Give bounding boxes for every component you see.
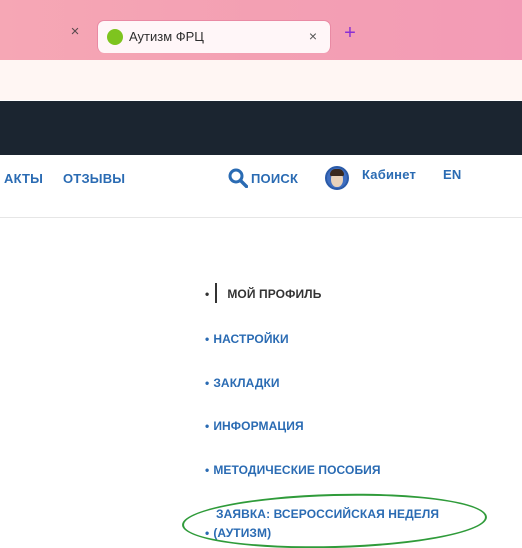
menu-bullet: • bbox=[205, 463, 210, 477]
menu-bullet: • bbox=[205, 287, 210, 302]
menu-item-settings[interactable]: • НАСТРОЙКИ bbox=[205, 332, 289, 346]
new-tab-button[interactable]: + bbox=[340, 23, 360, 43]
tab-close-icon[interactable]: × bbox=[305, 28, 321, 44]
tab-title: Аутизм ФРЦ bbox=[129, 29, 204, 44]
menu-item-methodical-guides[interactable]: • МЕТОДИЧЕСКИЕ ПОСОБИЯ bbox=[205, 463, 381, 477]
menu-item-bookmarks[interactable]: • ЗАКЛАДКИ bbox=[205, 376, 280, 390]
nav-cabinet-link[interactable]: Кабинет bbox=[362, 167, 416, 182]
menu-item-label: ЗАКЛАДКИ bbox=[213, 376, 280, 390]
nav-language-link[interactable]: EN bbox=[443, 167, 461, 182]
user-avatar-icon[interactable] bbox=[325, 166, 349, 190]
menu-item-label: ИНФОРМАЦИЯ bbox=[213, 419, 304, 433]
menu-bullet: • bbox=[205, 419, 210, 433]
site-navigation: АКТЫ ОТЗЫВЫ ПОИСК Кабинет EN bbox=[0, 156, 522, 218]
menu-item-my-profile[interactable]: • МОЙ ПРОФИЛЬ bbox=[205, 283, 322, 303]
current-indicator bbox=[215, 283, 218, 303]
nav-search-link[interactable]: ПОИСК bbox=[251, 171, 298, 186]
address-bar-area bbox=[0, 60, 522, 100]
site-header-band bbox=[0, 101, 522, 155]
menu-bullet: • bbox=[205, 376, 210, 390]
menu-item-label: МОЙ ПРОФИЛЬ bbox=[227, 287, 322, 302]
menu-item-information[interactable]: • ИНФОРМАЦИЯ bbox=[205, 419, 304, 433]
browser-tab-strip: × Аутизм ФРЦ × + bbox=[0, 0, 522, 60]
highlight-circle-annotation bbox=[181, 490, 488, 548]
avatar-hair bbox=[330, 169, 344, 176]
active-tab[interactable]: Аутизм ФРЦ × bbox=[97, 20, 331, 53]
nav-reviews-link[interactable]: ОТЗЫВЫ bbox=[63, 171, 125, 186]
menu-item-label: НАСТРОЙКИ bbox=[213, 332, 289, 346]
search-icon[interactable] bbox=[228, 168, 248, 188]
previous-tab-close-icon[interactable]: × bbox=[67, 24, 83, 40]
nav-contacts-link[interactable]: АКТЫ bbox=[4, 171, 43, 186]
site-favicon-icon bbox=[107, 29, 123, 45]
menu-item-label: МЕТОДИЧЕСКИЕ ПОСОБИЯ bbox=[213, 463, 381, 477]
menu-bullet: • bbox=[205, 332, 210, 346]
